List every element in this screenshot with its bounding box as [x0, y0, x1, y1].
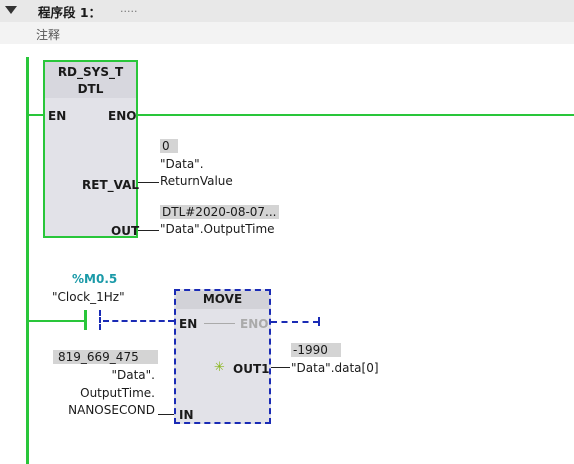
ret-val-variable-line1[interactable]: "Data". [160, 157, 204, 171]
move-block[interactable] [174, 289, 271, 424]
out-monitor-value[interactable]: DTL#2020-08-07... [160, 205, 279, 219]
rd-sys-t-ret-val-pin: RET_VAL [82, 178, 140, 192]
ret-val-variable-line2[interactable]: ReturnValue [160, 174, 233, 188]
rung2-wire-to-move [103, 320, 174, 322]
network-comment[interactable]: 注释 [36, 26, 60, 43]
contact-address[interactable]: %M0.5 [72, 272, 117, 286]
out1-monitor-value[interactable]: -1990 [291, 343, 341, 357]
in-variable-line3[interactable]: NANOSECOND [40, 403, 155, 417]
move-out1-pin: OUT1 [233, 362, 270, 376]
no-contact-icon[interactable] [84, 310, 87, 330]
out-wire [138, 230, 159, 231]
rung1-eno-wire [138, 114, 574, 116]
move-en-eno-line [204, 323, 235, 324]
rd-sys-t-en-pin: EN [48, 109, 67, 123]
ret-val-wire [138, 182, 159, 183]
out1-variable[interactable]: "Data".data[0] [291, 361, 379, 375]
move-en-pin: EN [179, 317, 198, 331]
move-name: MOVE [202, 292, 243, 306]
contact-tag[interactable]: "Clock_1Hz" [52, 290, 125, 304]
move-in-pin: IN [179, 408, 194, 422]
network-title[interactable]: 程序段 1： [38, 2, 101, 21]
move-eno-pin: ENO [240, 317, 269, 331]
move-out1-wire [271, 367, 290, 368]
rung1-en-wire [29, 114, 43, 116]
power-rail [26, 57, 29, 464]
rung2-wire-in [29, 320, 84, 322]
move-in-wire [158, 414, 174, 415]
rd-sys-t-out-pin: OUT [111, 224, 140, 238]
rd-sys-t-eno-pin: ENO [108, 109, 137, 123]
asterisk-add-icon[interactable]: ✳ [214, 361, 225, 375]
move-eno-wire-end [318, 317, 320, 326]
in-variable-line1[interactable]: "Data". [40, 368, 155, 382]
in-variable-line2[interactable]: OutputTime. [40, 386, 155, 400]
ret-val-monitor-value[interactable]: 0 [160, 139, 178, 153]
no-contact-right-bar [99, 310, 101, 330]
move-eno-wire [271, 321, 319, 323]
in-monitor-value[interactable]: 819_669_475 [53, 350, 158, 364]
out-variable[interactable]: "Data".OutputTime [160, 222, 275, 236]
network-comment-row[interactable] [0, 22, 574, 44]
rd-sys-t-name: RD_SYS_T [57, 65, 124, 79]
collapse-triangle-icon[interactable] [5, 6, 17, 14]
rd-sys-t-type[interactable]: DTL [45, 82, 136, 96]
network-title-placeholder[interactable]: ..... [120, 2, 137, 15]
